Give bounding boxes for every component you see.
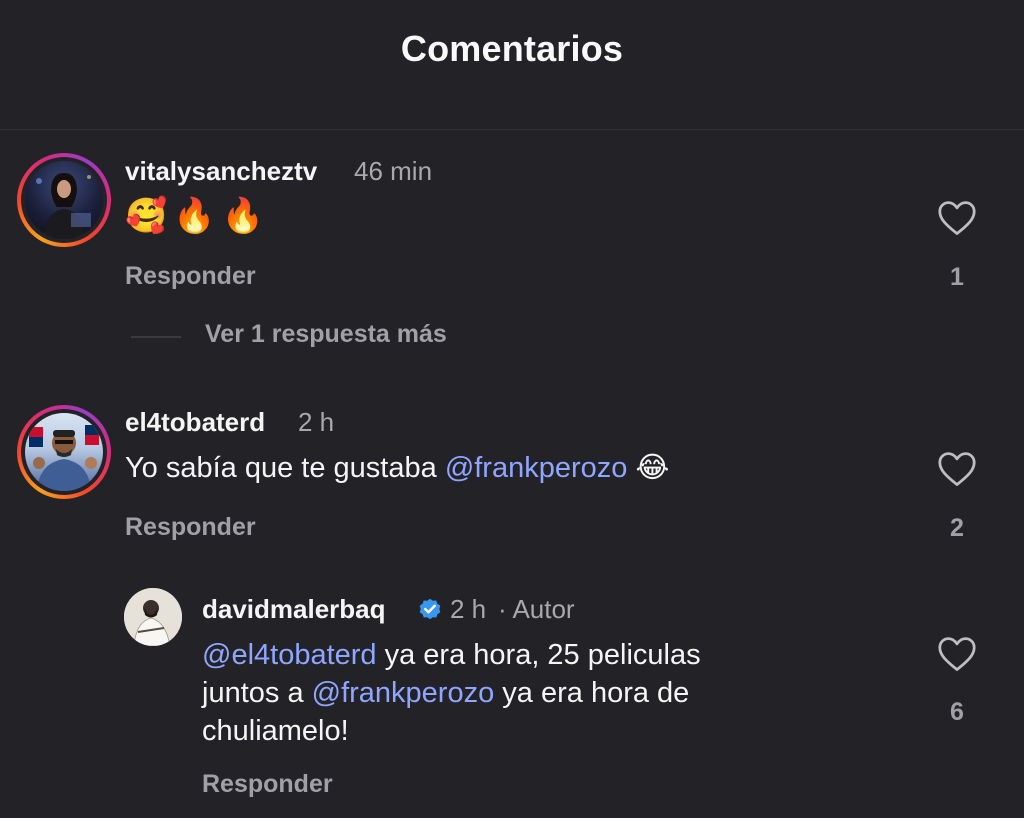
verified-badge-icon <box>419 598 441 620</box>
comment-username[interactable]: vitalysancheztv <box>125 156 317 187</box>
avatar-person-icon <box>36 173 91 239</box>
heart-icon[interactable] <box>937 451 977 487</box>
mention-link[interactable]: @el4tobaterd <box>202 639 377 671</box>
heart-icon[interactable] <box>937 636 977 672</box>
heart-icon[interactable] <box>937 200 977 236</box>
like-count: 2 <box>950 514 964 542</box>
comment-username[interactable]: el4tobaterd <box>125 407 265 438</box>
reply-button[interactable]: Responder <box>202 770 333 799</box>
comment-text: Yo sabía que te gustaba @frankperozo 😂 <box>125 449 669 487</box>
avatar-image <box>25 161 103 239</box>
mention-link[interactable]: @frankperozo <box>445 452 628 484</box>
comments-sheet: Comentarios vitalysancheztv 46 min 🥰🔥🔥 R… <box>0 0 1024 818</box>
view-more-replies-button[interactable]: Ver 1 respuesta más <box>205 320 447 349</box>
avatar-el4tobaterd[interactable] <box>17 405 111 499</box>
comment-text-part: Yo sabía que te gustaba <box>125 452 445 484</box>
reply-username[interactable]: davidmalerbaq <box>202 594 386 625</box>
comment-text: 🥰🔥🔥 <box>125 197 271 235</box>
reply-text-line-2: juntos a @frankperozo ya era hora de <box>202 674 689 712</box>
view-replies-line <box>131 336 181 338</box>
comment-timestamp: 46 min <box>354 156 433 186</box>
sheet-title: Comentarios <box>400 28 624 69</box>
reply-text-line-3: chuliamelo! <box>202 715 349 747</box>
avatar-person-icon <box>124 588 182 646</box>
reply-button[interactable]: Responder <box>125 262 256 291</box>
author-badge: · Autor <box>498 594 575 624</box>
reply-text-part: juntos a <box>202 677 312 709</box>
avatar-image <box>25 413 103 491</box>
reply-button[interactable]: Responder <box>125 513 256 542</box>
header-divider <box>0 129 1024 130</box>
avatar-vitalysancheztv[interactable] <box>17 153 111 247</box>
reply-text-line-1: @el4tobaterd ya era hora, 25 peliculas <box>202 636 701 674</box>
reply-text-part: ya era hora de <box>494 677 690 709</box>
comment-text-emoji: 😂 <box>627 452 670 484</box>
mention-link[interactable]: @frankperozo <box>312 677 495 709</box>
avatar-davidmalerbaq[interactable] <box>124 588 182 646</box>
like-count: 1 <box>950 263 964 291</box>
comment-timestamp: 2 h <box>298 407 335 437</box>
avatar-person-icon <box>29 425 99 491</box>
reply-timestamp: 2 h <box>450 594 487 624</box>
reply-text-part: ya era hora, 25 peliculas <box>376 639 701 671</box>
like-count: 6 <box>950 698 964 726</box>
